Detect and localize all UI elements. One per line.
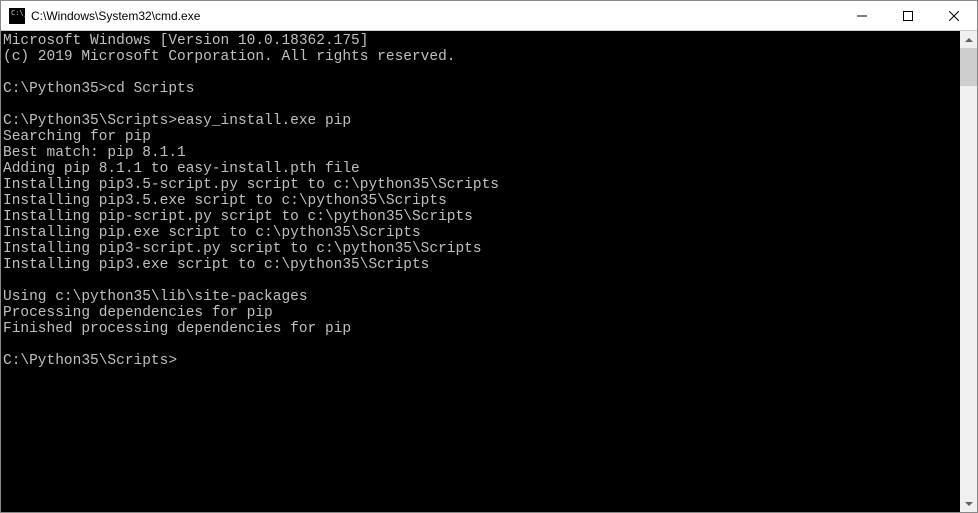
terminal-prompt: C:\Python35\Scripts> — [3, 353, 177, 369]
terminal-line: Searching for pip — [3, 129, 960, 145]
window-title: C:\Windows\System32\cmd.exe — [31, 9, 839, 23]
terminal-line: Installing pip.exe script to c:\python35… — [3, 225, 960, 241]
terminal-output[interactable]: Microsoft Windows [Version 10.0.18362.17… — [1, 31, 960, 512]
terminal-line: Microsoft Windows [Version 10.0.18362.17… — [3, 33, 960, 49]
scrollbar-thumb[interactable] — [960, 48, 977, 86]
minimize-button[interactable] — [839, 1, 885, 30]
terminal-line — [3, 97, 960, 113]
terminal-line: Installing pip-script.py script to c:\py… — [3, 209, 960, 225]
terminal-prompt-line[interactable]: C:\Python35\Scripts> — [3, 353, 960, 369]
terminal-line: Finished processing dependencies for pip — [3, 321, 960, 337]
terminal-line: C:\Python35>cd Scripts — [3, 81, 960, 97]
client-area: Microsoft Windows [Version 10.0.18362.17… — [1, 31, 977, 512]
terminal-line — [3, 273, 960, 289]
terminal-line: Installing pip3.5-script.py script to c:… — [3, 177, 960, 193]
terminal-line — [3, 65, 960, 81]
cmd-icon — [9, 8, 25, 24]
terminal-line: Installing pip3.exe script to c:\python3… — [3, 257, 960, 273]
terminal-line: Installing pip3-script.py script to c:\p… — [3, 241, 960, 257]
maximize-button[interactable] — [885, 1, 931, 30]
vertical-scrollbar[interactable] — [960, 31, 977, 512]
minimize-icon — [857, 11, 867, 21]
chevron-up-icon — [965, 38, 973, 42]
close-button[interactable] — [931, 1, 977, 30]
terminal-line: (c) 2019 Microsoft Corporation. All righ… — [3, 49, 960, 65]
chevron-down-icon — [965, 502, 973, 506]
scroll-down-button[interactable] — [960, 495, 977, 512]
terminal-line: Using c:\python35\lib\site-packages — [3, 289, 960, 305]
terminal-line: C:\Python35\Scripts>easy_install.exe pip — [3, 113, 960, 129]
scroll-up-button[interactable] — [960, 31, 977, 48]
titlebar[interactable]: C:\Windows\System32\cmd.exe — [1, 1, 977, 31]
terminal-line: Processing dependencies for pip — [3, 305, 960, 321]
close-icon — [949, 11, 959, 21]
window-controls — [839, 1, 977, 30]
terminal-line: Adding pip 8.1.1 to easy-install.pth fil… — [3, 161, 960, 177]
terminal-line: Installing pip3.5.exe script to c:\pytho… — [3, 193, 960, 209]
terminal-line — [3, 337, 960, 353]
terminal-line: Best match: pip 8.1.1 — [3, 145, 960, 161]
scrollbar-track[interactable] — [960, 48, 977, 495]
maximize-icon — [903, 11, 913, 21]
